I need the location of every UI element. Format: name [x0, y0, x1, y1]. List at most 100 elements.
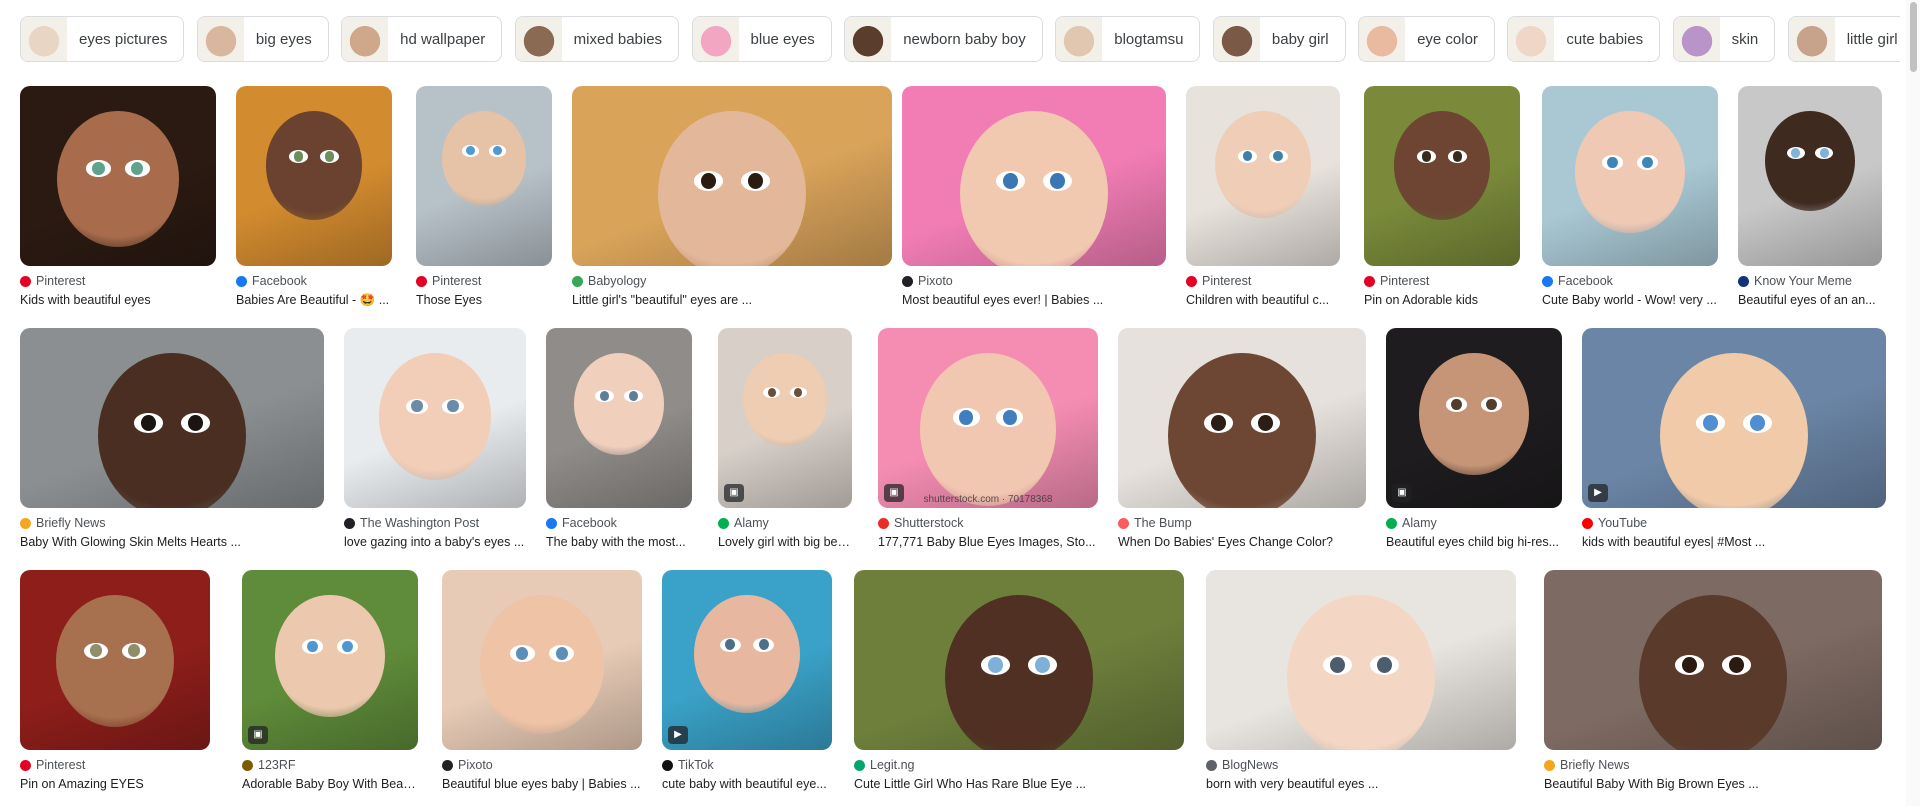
- result-source[interactable]: Pinterest: [416, 274, 552, 288]
- result-source[interactable]: BlogNews: [1206, 758, 1516, 772]
- result-title[interactable]: kids with beautiful eyes| #Most ...: [1582, 535, 1886, 549]
- image-result-card[interactable]: The Washington Post love gazing into a ba…: [344, 328, 526, 549]
- image-result-card[interactable]: BlogNews born with very beautiful eyes ..…: [1206, 570, 1516, 791]
- result-source[interactable]: Pixoto: [442, 758, 642, 772]
- image-result-card[interactable]: ▶ YouTube kids with beautiful eyes| #Most …: [1582, 328, 1886, 549]
- image-result-card[interactable]: ▣ Alamy Lovely girl with big bea...: [718, 328, 852, 549]
- image-result-card[interactable]: Facebook Babies Are Beautiful - 🤩 ...: [236, 86, 392, 308]
- chip-big-eyes[interactable]: big eyes: [196, 16, 329, 62]
- result-title[interactable]: cute baby with beautiful eye...: [662, 777, 832, 791]
- result-source[interactable]: Alamy: [718, 516, 852, 530]
- result-thumbnail[interactable]: [1118, 328, 1366, 508]
- result-title[interactable]: Most beautiful eyes ever! | Babies ...: [902, 293, 1166, 307]
- result-source[interactable]: Briefly News: [1544, 758, 1882, 772]
- result-title[interactable]: love gazing into a baby's eyes ...: [344, 535, 526, 549]
- image-result-card[interactable]: shutterstock.com · 70178368 ▣ Shutterstock…: [878, 328, 1098, 549]
- result-thumbnail[interactable]: [546, 328, 692, 508]
- result-title[interactable]: Babies Are Beautiful - 🤩 ...: [236, 293, 392, 308]
- result-title[interactable]: Pin on Amazing EYES: [20, 777, 210, 791]
- result-thumbnail[interactable]: [1206, 570, 1516, 750]
- result-title[interactable]: Beautiful Baby With Big Brown Eyes ...: [1544, 777, 1882, 791]
- chip-blogtamsu[interactable]: blogtamsu: [1055, 16, 1201, 62]
- result-title[interactable]: Beautiful eyes child big hi-res...: [1386, 535, 1562, 549]
- result-thumbnail[interactable]: [1186, 86, 1340, 266]
- result-source[interactable]: YouTube: [1582, 516, 1886, 530]
- result-thumbnail[interactable]: ▣: [1386, 328, 1562, 508]
- result-source[interactable]: Pixoto: [902, 274, 1166, 288]
- result-thumbnail[interactable]: [20, 570, 210, 750]
- result-title[interactable]: Kids with beautiful eyes: [20, 293, 216, 307]
- image-result-card[interactable]: Legit.ng Cute Little Girl Who Has Rare Bl…: [854, 570, 1184, 791]
- result-thumbnail[interactable]: ▶: [1582, 328, 1886, 508]
- image-result-card[interactable]: Briefly News Beautiful Baby With Big Brow…: [1544, 570, 1882, 791]
- result-thumbnail[interactable]: [572, 86, 892, 266]
- result-source[interactable]: Pinterest: [20, 274, 216, 288]
- result-thumbnail[interactable]: ▣: [718, 328, 852, 508]
- result-thumbnail[interactable]: [1544, 570, 1882, 750]
- chip-skin[interactable]: skin: [1672, 16, 1776, 62]
- vertical-scrollbar[interactable]: [1906, 0, 1920, 806]
- chip-newborn-baby-boy[interactable]: newborn baby boy: [844, 16, 1043, 62]
- image-result-card[interactable]: Facebook Cute Baby world - Wow! very ...: [1542, 86, 1718, 307]
- image-result-card[interactable]: Pixoto Beautiful blue eyes baby | Babies …: [442, 570, 642, 791]
- image-result-card[interactable]: Pinterest Pin on Adorable kids: [1364, 86, 1520, 307]
- result-thumbnail[interactable]: [442, 570, 642, 750]
- chip-baby-girl[interactable]: baby girl: [1212, 16, 1346, 62]
- result-thumbnail[interactable]: [20, 86, 216, 266]
- result-title[interactable]: Beautiful blue eyes baby | Babies ...: [442, 777, 642, 791]
- image-result-card[interactable]: Pinterest Those Eyes: [416, 86, 552, 307]
- result-source[interactable]: Facebook: [546, 516, 692, 530]
- result-source[interactable]: Pinterest: [20, 758, 210, 772]
- result-source[interactable]: TikTok: [662, 758, 832, 772]
- image-result-card[interactable]: Facebook The baby with the most...: [546, 328, 692, 549]
- chip-blue-eyes[interactable]: blue eyes: [691, 16, 832, 62]
- image-result-card[interactable]: The Bump When Do Babies' Eyes Change Colo…: [1118, 328, 1366, 549]
- result-title[interactable]: born with very beautiful eyes ...: [1206, 777, 1516, 791]
- result-title[interactable]: Baby With Glowing Skin Melts Hearts ...: [20, 535, 324, 549]
- result-title[interactable]: Beautiful eyes of an an...: [1738, 293, 1882, 307]
- result-source[interactable]: 123RF: [242, 758, 418, 772]
- result-thumbnail[interactable]: [1738, 86, 1882, 266]
- result-title[interactable]: Little girl's "beautiful" eyes are ...: [572, 293, 892, 307]
- result-title[interactable]: Cute Baby world - Wow! very ...: [1542, 293, 1718, 307]
- result-title[interactable]: Adorable Baby Boy With Beau...: [242, 777, 418, 791]
- image-result-card[interactable]: Know Your Meme Beautiful eyes of an an...: [1738, 86, 1882, 307]
- result-source[interactable]: Alamy: [1386, 516, 1562, 530]
- result-source[interactable]: Facebook: [236, 274, 392, 288]
- result-title[interactable]: Children with beautiful c...: [1186, 293, 1340, 307]
- result-thumbnail[interactable]: [1364, 86, 1520, 266]
- scrollbar-thumb[interactable]: [1910, 2, 1917, 72]
- result-thumbnail[interactable]: ▶: [662, 570, 832, 750]
- result-source[interactable]: Know Your Meme: [1738, 274, 1882, 288]
- image-result-card[interactable]: Pinterest Children with beautiful c...: [1186, 86, 1340, 307]
- result-title[interactable]: Cute Little Girl Who Has Rare Blue Eye .…: [854, 777, 1184, 791]
- result-thumbnail[interactable]: [236, 86, 392, 266]
- result-source[interactable]: The Washington Post: [344, 516, 526, 530]
- image-result-card[interactable]: ▣ Alamy Beautiful eyes child big hi-res...: [1386, 328, 1562, 549]
- result-source[interactable]: Legit.ng: [854, 758, 1184, 772]
- result-thumbnail[interactable]: ▣: [242, 570, 418, 750]
- image-result-card[interactable]: Babyology Little girl's "beautiful" eyes …: [572, 86, 892, 307]
- result-source[interactable]: Facebook: [1542, 274, 1718, 288]
- result-title[interactable]: Lovely girl with big bea...: [718, 535, 852, 549]
- image-result-card[interactable]: Pixoto Most beautiful eyes ever! | Babies…: [902, 86, 1166, 307]
- image-result-card[interactable]: Pinterest Kids with beautiful eyes: [20, 86, 216, 307]
- image-result-card[interactable]: ▣ 123RF Adorable Baby Boy With Beau...: [242, 570, 418, 791]
- chip-mixed-babies[interactable]: mixed babies: [514, 16, 680, 62]
- result-thumbnail[interactable]: [20, 328, 324, 508]
- result-source[interactable]: Pinterest: [1364, 274, 1520, 288]
- result-thumbnail[interactable]: [854, 570, 1184, 750]
- result-thumbnail[interactable]: [344, 328, 526, 508]
- image-result-card[interactable]: ▶ TikTok cute baby with beautiful eye...: [662, 570, 832, 791]
- result-title[interactable]: The baby with the most...: [546, 535, 692, 549]
- result-thumbnail[interactable]: [902, 86, 1166, 266]
- chip-eyes-pictures[interactable]: eyes pictures: [20, 16, 185, 62]
- result-thumbnail[interactable]: shutterstock.com · 70178368 ▣: [878, 328, 1098, 508]
- result-source[interactable]: Babyology: [572, 274, 892, 288]
- chip-eye-color[interactable]: eye color: [1358, 16, 1495, 62]
- result-title[interactable]: Those Eyes: [416, 293, 552, 307]
- chip-hd-wallpaper[interactable]: hd wallpaper: [341, 16, 503, 62]
- chip-cute-babies[interactable]: cute babies: [1507, 16, 1661, 62]
- result-source[interactable]: Shutterstock: [878, 516, 1098, 530]
- result-thumbnail[interactable]: [1542, 86, 1718, 266]
